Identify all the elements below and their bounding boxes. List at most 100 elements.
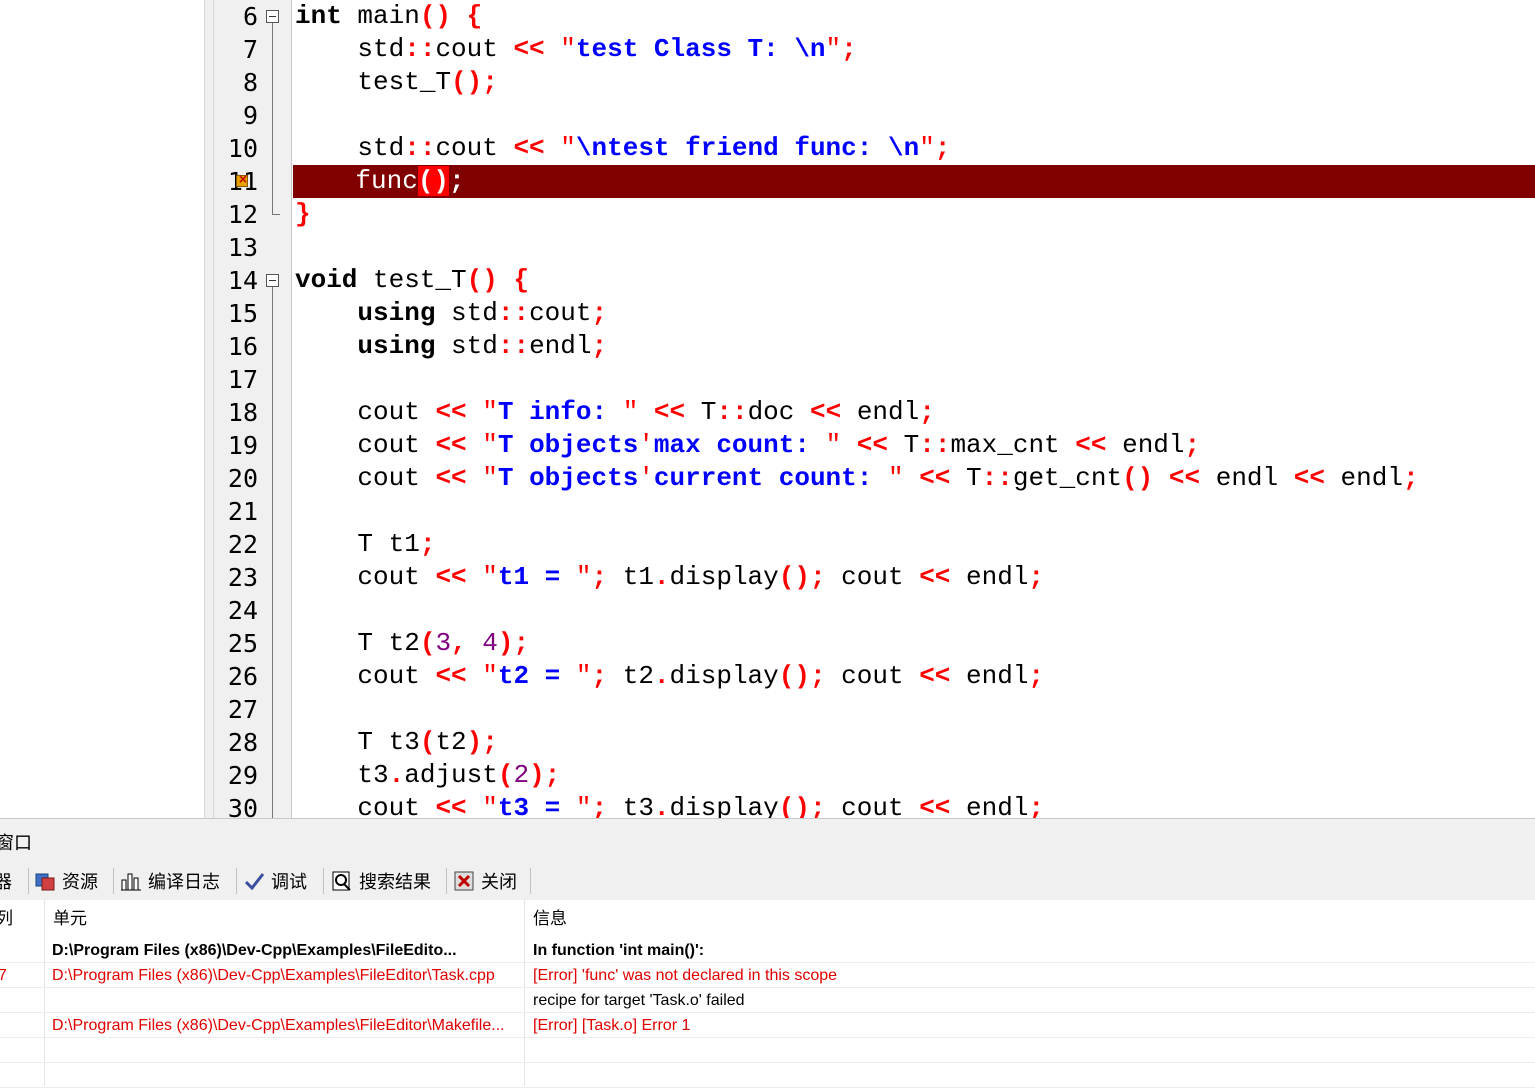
line-number[interactable]: 15: [214, 297, 258, 330]
code-line[interactable]: [295, 99, 1535, 132]
tab-compiler[interactable]: 器: [0, 864, 12, 898]
code-line[interactable]: using std::cout;: [295, 297, 1535, 330]
line-number[interactable]: 13: [214, 231, 258, 264]
column-header-col[interactable]: 列: [0, 900, 13, 938]
cell-unit: D:\Program Files (x86)\Dev-Cpp\Examples\…: [52, 942, 457, 959]
tab-checkmark[interactable]: 调试: [243, 864, 307, 898]
tab-separator: [530, 868, 531, 894]
code-token: <<: [1293, 463, 1325, 493]
line-number[interactable]: 21: [214, 495, 258, 528]
code-token: T t2: [295, 628, 420, 658]
code-line[interactable]: std::cout << "\ntest friend func: \n";: [295, 132, 1535, 165]
line-number[interactable]: 17: [214, 363, 258, 396]
fold-collapse-icon[interactable]: [266, 274, 279, 287]
line-number[interactable]: 26: [214, 660, 258, 693]
tab-resources[interactable]: 资源: [34, 864, 98, 898]
code-editor[interactable]: 6 int main() {7 std::cout << "test Class …: [0, 0, 1535, 818]
line-number[interactable]: 20: [214, 462, 258, 495]
column-header-unit[interactable]: 单元: [53, 900, 87, 938]
line-number[interactable]: 6: [214, 0, 258, 33]
code-line[interactable]: [295, 594, 1535, 627]
table-row[interactable]: D:\Program Files (x86)\Dev-Cpp\Examples\…: [0, 938, 1535, 963]
line-number[interactable]: 7: [214, 33, 258, 66]
line-number[interactable]: 28: [214, 726, 258, 759]
tab-label: 器: [0, 872, 12, 892]
code-token: ::: [404, 34, 436, 64]
code-line[interactable]: int main() {: [295, 0, 1535, 33]
line-number[interactable]: 22: [214, 528, 258, 561]
code-line[interactable]: [295, 363, 1535, 396]
code-token: cout: [435, 133, 514, 163]
table-row[interactable]: [0, 1038, 1535, 1063]
tab-close[interactable]: 关闭: [453, 864, 517, 898]
code-token: ;: [934, 133, 951, 163]
code-token: ": [622, 397, 639, 427]
code-line[interactable]: T t3(t2);: [295, 726, 1535, 759]
code-line[interactable]: cout << "t2 = "; t2.display(); cout << e…: [295, 660, 1535, 693]
table-row[interactable]: [0, 1063, 1535, 1088]
project-browser-pane[interactable]: [0, 0, 204, 818]
line-number[interactable]: 27: [214, 693, 258, 726]
code-token: display: [669, 793, 779, 818]
search-results-icon: [331, 870, 353, 892]
error-highlighted-line[interactable]: func();: [293, 165, 1535, 198]
code-token: ": [482, 397, 498, 427]
code-token: \n: [575, 133, 608, 163]
column-header-message[interactable]: 信息: [533, 900, 567, 938]
table-row[interactable]: 7 D:\Program Files (x86)\Dev-Cpp\Examples…: [0, 963, 1535, 988]
code-line[interactable]: cout << "T objects'max count: " << T::ma…: [295, 429, 1535, 462]
tab-bar-chart[interactable]: 编译日志: [120, 864, 220, 898]
line-number[interactable]: 25: [214, 627, 258, 660]
code-token: cout: [295, 430, 436, 460]
code-line[interactable]: void test_T() {: [295, 264, 1535, 297]
code-line[interactable]: using std::endl;: [295, 330, 1535, 363]
code-line[interactable]: }: [295, 198, 1535, 231]
line-number[interactable]: 14: [214, 264, 258, 297]
pane-splitter[interactable]: [204, 0, 214, 818]
code-line[interactable]: cout << "t3 = "; t3.display(); cout << e…: [295, 792, 1535, 818]
line-number[interactable]: 9: [214, 99, 258, 132]
code-token: func: [293, 166, 418, 196]
code-token: ;: [449, 166, 465, 196]
tab-separator: [323, 868, 324, 894]
code-line[interactable]: [295, 231, 1535, 264]
line-number[interactable]: 23: [214, 561, 258, 594]
cell-unit: [52, 1063, 522, 1088]
line-number[interactable]: 12: [214, 198, 258, 231]
line-number[interactable]: 30: [214, 792, 258, 818]
line-number[interactable]: 18: [214, 396, 258, 429]
line-number[interactable]: 16: [214, 330, 258, 363]
line-number[interactable]: 29: [214, 759, 258, 792]
code-token: (: [419, 628, 436, 658]
line-number[interactable]: 8: [214, 66, 258, 99]
code-line[interactable]: [295, 693, 1535, 726]
line-number[interactable]: 10: [214, 132, 258, 165]
code-line[interactable]: cout << "T objects'current count: " << T…: [295, 462, 1535, 495]
code-line[interactable]: test_T();: [295, 66, 1535, 99]
code-token: ::: [919, 430, 951, 460]
code-line[interactable]: cout << "t1 = "; t1.display(); cout << e…: [295, 561, 1535, 594]
table-row[interactable]: recipe for target 'Task.o' failed: [0, 988, 1535, 1013]
error-marker-icon: [236, 172, 248, 187]
code-line[interactable]: std::cout << "test Class T: \n";: [295, 33, 1535, 66]
line-number[interactable]: 24: [214, 594, 258, 627]
line-number[interactable]: 19: [214, 429, 258, 462]
code-token: ;: [419, 529, 436, 559]
code-line[interactable]: [295, 495, 1535, 528]
fold-collapse-icon[interactable]: [266, 10, 279, 23]
code-token: ": [560, 34, 576, 64]
table-row[interactable]: D:\Program Files (x86)\Dev-Cpp\Examples\…: [0, 1013, 1535, 1038]
code-line[interactable]: T t2(3, 4);: [295, 627, 1535, 660]
code-token: <<: [919, 463, 951, 493]
code-line[interactable]: t3.adjust(2);: [295, 759, 1535, 792]
code-token: <<: [435, 430, 467, 460]
code-line[interactable]: cout << "T info: " << T::doc << endl;: [295, 396, 1535, 429]
code-token: <<: [1168, 463, 1201, 493]
tab-search-results[interactable]: 搜索结果: [331, 864, 431, 898]
code-line[interactable]: T t1;: [295, 528, 1535, 561]
